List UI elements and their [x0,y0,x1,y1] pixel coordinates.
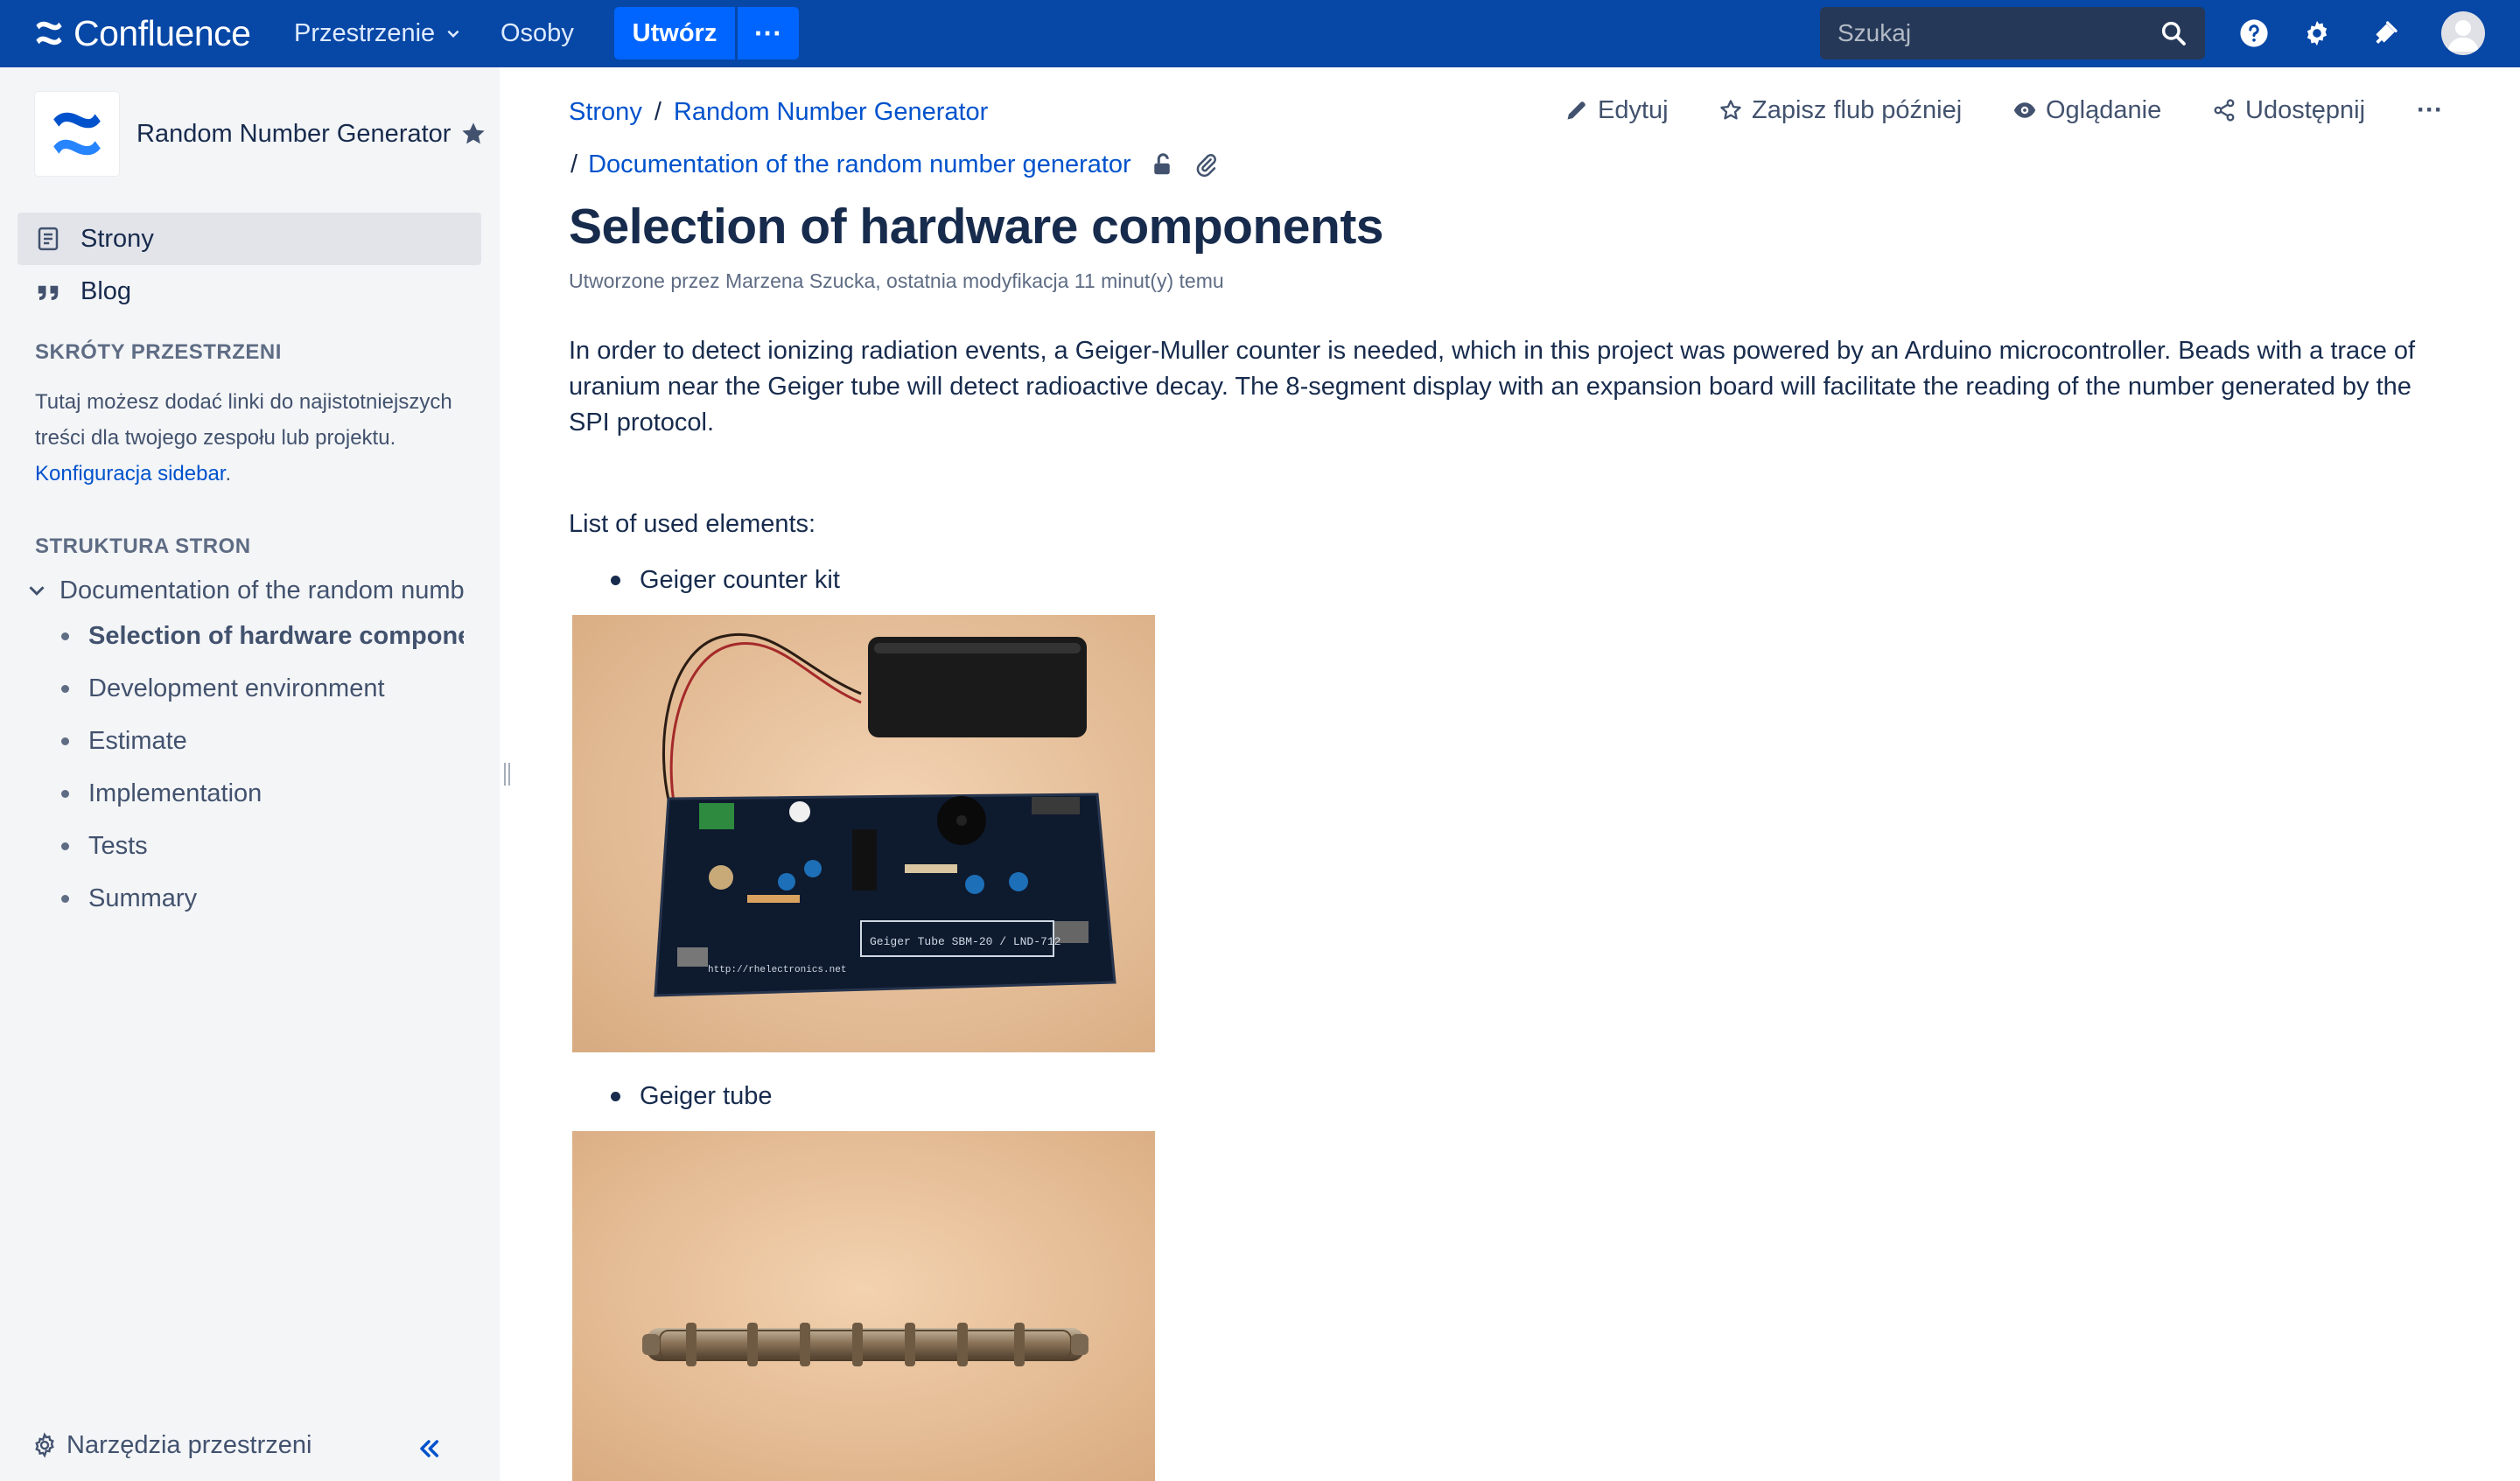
quote-icon [38,285,59,300]
people-link[interactable]: Osoby [500,0,574,67]
star-outline-icon [1720,100,1741,120]
space-name[interactable]: Random Number Generator [136,120,451,149]
bullet-dot [61,632,69,640]
page-tree-root[interactable]: Documentation of the random number gener… [26,573,464,608]
eye-icon [2013,102,2036,118]
collapse-sidebar-icon[interactable] [415,1435,443,1463]
list-item-label: Geiger tube [640,1081,773,1110]
gear-icon [35,1432,54,1458]
sidebar-item-label: Strony [80,224,154,253]
svg-text:Geiger Tube SBM-20 / LND-712: Geiger Tube SBM-20 / LND-712 [870,935,1060,948]
circuit-board-photo: Geiger Tube SBM-20 / LND-712 http://rhel… [572,615,1155,1052]
space-header[interactable]: Random Number Generator [35,92,487,176]
page-tree-item[interactable]: Selection of hardware components [61,618,464,653]
page-tree-item-label: Implementation [88,779,262,807]
confluence-logo-icon [36,21,62,45]
search-input[interactable] [1838,19,2160,47]
page-intro-paragraph: In order to detect ionizing radiation ev… [569,337,2416,437]
breadcrumb-space[interactable]: Random Number Generator [674,98,988,127]
search-box[interactable] [1820,7,2205,59]
pencil-icon [1567,101,1586,120]
save-later-label: Zapisz flub później [1752,95,1963,124]
breadcrumb: Strony / Random Number Generator [569,94,988,129]
breadcrumb-parent-page[interactable]: Documentation of the random number gener… [588,150,1131,179]
page-tree-root-label: Documentation of the random number gener… [60,576,464,604]
space-tools-label: Narzędzia przestrzeni [66,1430,312,1459]
space-sidebar: Random Number Generator Strony Blog SKRÓ… [0,67,500,1481]
attachment-paperclip-icon[interactable] [1193,151,1219,178]
bullet-dot [611,1091,620,1101]
page-metadata: Utworzone przez Marzena Szucka, ostatnia… [569,269,1224,292]
sidebar-resize-handle[interactable] [501,763,512,786]
share-label: Udostępnij [2245,95,2366,124]
sidebar-item-pages[interactable]: Strony [18,213,481,265]
settings-gear-icon[interactable] [2300,16,2334,51]
elements-list-heading: List of used elements: [569,510,816,538]
breadcrumb-separator: / [570,150,578,178]
share-button[interactable]: Udostępnij [2212,93,2365,128]
share-icon [2214,99,2235,122]
edit-label: Edytuj [1598,95,1669,124]
bullet-dot [61,842,69,850]
page-tree-item-label: Estimate [88,726,187,755]
shortcuts-description: Tutaj możesz dodać linki do najistotniej… [35,384,472,492]
shortcuts-heading: SKRÓTY PRZESTRZENI [35,340,282,364]
page-tree-item-label: Summary [88,884,198,912]
configure-sidebar-link[interactable]: Konfiguracja sidebar [35,462,225,486]
page-tree-item[interactable]: Summary [61,881,464,916]
list-item-label: Geiger counter kit [640,565,840,594]
breadcrumb-separator: / [654,97,662,126]
sidebar-item-label: Blog [80,276,132,305]
geiger-tube-photo [572,1131,1155,1481]
help-icon[interactable] [2236,16,2272,51]
svg-text:http://rhelectronics.net: http://rhelectronics.net [708,965,846,975]
star-icon[interactable] [459,120,487,148]
list-item: Geiger counter kit [611,562,840,597]
page-tree-item[interactable]: Implementation [61,776,464,811]
bullet-dot [61,684,69,693]
more-actions-button[interactable]: ··· [2417,93,2443,128]
space-logo-icon[interactable] [35,92,119,176]
page-tree-item[interactable]: Estimate [61,723,464,758]
page-tree-item[interactable]: Development environment [61,671,464,706]
create-more-button[interactable]: ··· [738,7,799,59]
page-tree-item-label: Tests [88,831,148,860]
space-tools-button[interactable]: Narzędzia przestrzeni [32,1428,312,1463]
shortcuts-text: Tutaj możesz dodać linki do najistotniej… [35,390,452,450]
app-name: Confluence [74,12,251,53]
geiger-tube-image[interactable] [572,1131,1155,1481]
page-tree-item-label: Selection of hardware components [88,621,464,650]
search-icon[interactable] [2160,19,2188,47]
list-item: Geiger tube [611,1079,773,1114]
shortcuts-period: . [225,462,232,486]
people-label: Osoby [500,19,574,47]
bullet-dot [611,575,620,585]
bullet-dot [61,737,69,745]
watch-label: Oglądanie [2046,95,2162,124]
confluence-logo[interactable]: Confluence [33,12,251,53]
breadcrumb-parent-row: / Documentation of the random number gen… [569,147,1219,182]
spaces-menu-label: Przestrzenie [294,19,436,47]
top-navigation-bar: Confluence Przestrzenie Osoby Utwórz ··· [0,0,2520,67]
notifications-megaphone-icon[interactable] [2368,16,2403,51]
chevron-down-icon [447,30,459,38]
geiger-counter-kit-image[interactable]: Geiger Tube SBM-20 / LND-712 http://rhel… [572,615,1155,1052]
page-tree-item-label: Development environment [88,674,385,702]
create-button[interactable]: Utwórz [614,7,735,59]
page-icon [38,227,59,251]
page-tree-item[interactable]: Tests [61,828,464,863]
sidebar-item-blog[interactable]: Blog [18,265,481,318]
edit-button[interactable]: Edytuj [1564,93,1669,128]
save-for-later-button[interactable]: Zapisz flub później [1718,93,1962,128]
page-title: Selection of hardware components [569,199,1384,255]
bullet-dot [61,894,69,903]
user-avatar[interactable] [2441,11,2485,55]
unlocked-padlock-icon[interactable] [1149,151,1175,178]
page-tree-heading: STRUKTURA STRON [35,534,251,558]
watch-button[interactable]: Oglądanie [2012,93,2161,128]
bullet-dot [61,789,69,798]
breadcrumb-pages[interactable]: Strony [569,98,642,127]
chevron-down-icon[interactable] [26,580,47,601]
spaces-menu[interactable]: Przestrzenie [294,0,461,67]
